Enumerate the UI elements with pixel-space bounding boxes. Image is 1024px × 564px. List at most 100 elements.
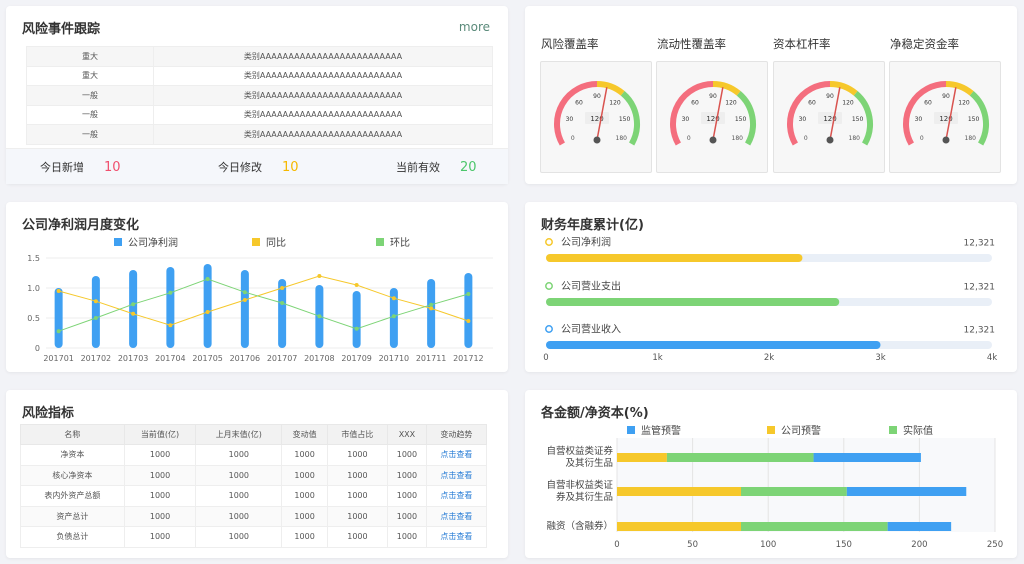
data-point xyxy=(391,296,396,301)
gauge-arc-mid xyxy=(829,81,858,96)
bar-value-label: 12,321 xyxy=(964,239,996,249)
bar-name: 公司净利润 xyxy=(561,236,611,249)
gauge-arc-mid xyxy=(596,81,625,96)
gauge-1: 0 30 60 90 120 150 180 120 xyxy=(540,61,652,173)
column-header: XXX xyxy=(386,424,427,445)
x-tick-label: 2k xyxy=(764,353,774,363)
bar xyxy=(91,276,100,348)
gauge-tick-label: 30 xyxy=(799,116,807,123)
gauge-pivot xyxy=(593,136,601,144)
gauge-tick-label: 180 xyxy=(965,135,977,142)
y-tick-label: 1.0 xyxy=(27,284,40,293)
bar-segment xyxy=(846,487,967,496)
gauge-tick-label: 180 xyxy=(732,135,744,142)
x-tick-label: 1k xyxy=(652,353,662,363)
legend-marker xyxy=(545,282,553,290)
x-tick-label: 150 xyxy=(836,540,852,550)
table-row: 资产总计 1000 1000 1000 1000 1000 点击查看 xyxy=(20,505,488,527)
column-header: 市值占比 xyxy=(326,424,388,445)
value-cell: 1000 xyxy=(195,526,283,548)
stat-active-label: 当前有效 xyxy=(396,161,440,174)
gauge-tick-label: 30 xyxy=(566,116,574,123)
bar-segment xyxy=(617,487,741,496)
data-point xyxy=(354,326,359,331)
level-cell: 一般 xyxy=(26,104,154,125)
value-cell: 1000 xyxy=(123,526,197,548)
data-point xyxy=(317,314,322,319)
data-point xyxy=(93,316,98,320)
y-tick-label: 0.5 xyxy=(27,314,40,323)
gauge-title-3: 资本杠杆率 xyxy=(773,37,831,51)
value-cell: 1000 xyxy=(281,505,328,527)
column-header: 当前值(亿) xyxy=(123,424,197,445)
view-link[interactable]: 点击查看 xyxy=(425,444,488,466)
category-cell: 类别AAAAAAAAAAAAAAAAAAAAAAAAA xyxy=(153,46,493,67)
data-point xyxy=(466,292,471,296)
gauge-tick-label: 60 xyxy=(924,100,932,107)
data-point xyxy=(131,311,136,316)
data-point xyxy=(168,323,173,328)
plot-area xyxy=(617,438,995,532)
gauge-tick-label: 120 xyxy=(958,100,970,107)
data-point xyxy=(205,277,210,281)
bar-value-label: 12,321 xyxy=(964,283,996,293)
bar xyxy=(129,270,138,348)
stat-active-value: 20 xyxy=(460,160,477,175)
bar xyxy=(203,264,212,348)
gauge-tick-label: 120 xyxy=(725,100,737,107)
bar xyxy=(240,270,249,348)
finance-chart: 公司净利润 12,321 公司营业支出 12,321 公司营业收入 12,321 0 1k 2k… xyxy=(543,236,997,364)
gauge-tick-label: 0 xyxy=(571,135,575,142)
x-tick-label: 200 xyxy=(911,540,927,550)
gauge-2: 0 30 60 90 120 150 180 120 xyxy=(656,61,768,173)
bar xyxy=(166,267,175,348)
category-label: 自营权益类证券 xyxy=(546,445,613,457)
data-point xyxy=(280,286,285,290)
name-cell: 资产总计 xyxy=(20,505,125,527)
gauge-tick-label: 60 xyxy=(691,100,699,107)
more-link[interactable]: more xyxy=(459,20,490,34)
gauge-title-1: 风险覆盖率 xyxy=(541,37,599,51)
risk-events-panel: 风险事件跟踪 more 重大 类别AAAAAAAAAAAAAAAAAAAAAAAA… xyxy=(6,6,508,184)
view-link[interactable]: 点击查看 xyxy=(425,464,488,486)
table-row: 净资本 1000 1000 1000 1000 1000 点击查看 xyxy=(20,444,488,466)
gauge-tick-label: 150 xyxy=(968,116,980,123)
category-cell: 类别AAAAAAAAAAAAAAAAAAAAAAAAA xyxy=(153,104,493,125)
gauge-tick-label: 30 xyxy=(682,116,690,123)
x-tick-label: 201705 xyxy=(192,354,223,363)
value-cell: 1000 xyxy=(195,444,283,466)
gauge-tick-label: 90 xyxy=(826,93,834,100)
gauge-tick-label: 150 xyxy=(619,116,631,123)
x-tick-label: 3k xyxy=(875,353,885,363)
view-link[interactable]: 点击查看 xyxy=(425,526,488,548)
category-cell: 类别AAAAAAAAAAAAAAAAAAAAAAAAA xyxy=(153,85,493,106)
data-point xyxy=(280,301,285,305)
stat-modified-value: 10 xyxy=(282,160,299,175)
value-cell: 1000 xyxy=(326,505,388,527)
value-cell: 1000 xyxy=(123,464,197,486)
column-header: 上月末值(亿) xyxy=(195,424,283,445)
gauge-tick-label: 0 xyxy=(804,135,808,142)
bar-segment xyxy=(666,453,814,462)
stat-new-label: 今日新增 xyxy=(40,161,84,174)
y-tick-label: 0 xyxy=(35,344,40,353)
gauge-tick-label: 180 xyxy=(849,135,861,142)
finance-panel: 财务年度累计(亿) 公司净利润 12,321 公司营业支出 12,321 公司营业收入 1… xyxy=(525,202,1017,372)
view-link[interactable]: 点击查看 xyxy=(425,485,488,507)
gauge-tick-label: 150 xyxy=(735,116,747,123)
capital-panel: 各金额/净资本(%) 监管预警 公司预警 实际值 0 50 100 150 200 250… xyxy=(525,390,1017,558)
gauge-tick-label: 150 xyxy=(852,116,864,123)
value-cell: 1000 xyxy=(326,526,388,548)
legend-marker xyxy=(545,238,553,246)
x-tick-label: 201707 xyxy=(267,354,298,363)
data-point xyxy=(131,302,136,307)
x-tick-label: 201704 xyxy=(155,354,186,363)
view-link[interactable]: 点击查看 xyxy=(425,505,488,527)
x-tick-label: 50 xyxy=(687,540,698,550)
value-cell: 1000 xyxy=(123,444,197,466)
bar xyxy=(54,288,63,348)
bar xyxy=(427,279,436,348)
bar-segment xyxy=(617,522,741,531)
data-point xyxy=(242,290,247,295)
data-point xyxy=(391,314,396,319)
